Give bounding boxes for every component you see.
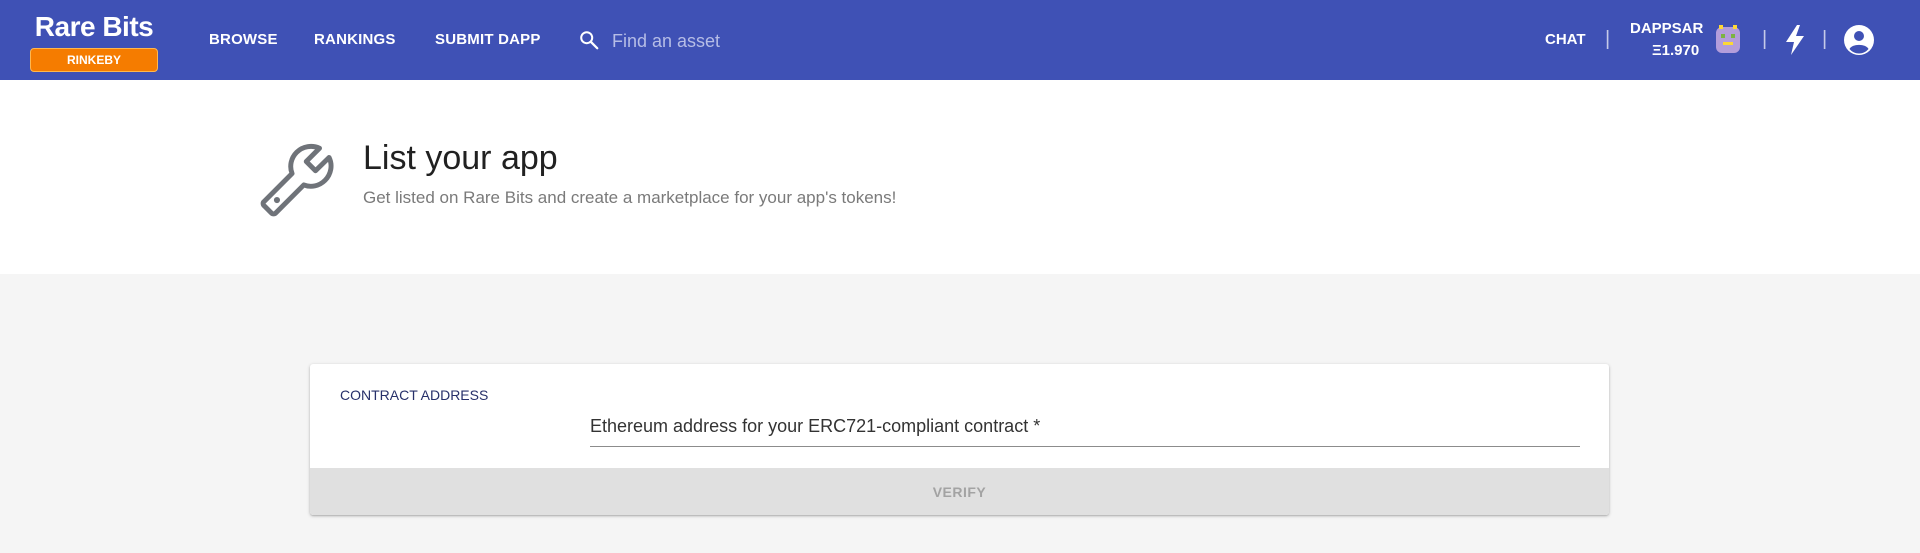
top-navigation-bar: Rare Bits RINKEBY BROWSE RANKINGS SUBMIT…	[0, 0, 1920, 80]
account-icon[interactable]	[1843, 24, 1875, 56]
contract-address-card: CONTRACT ADDRESS VERIFY	[310, 364, 1609, 515]
nav-browse[interactable]: BROWSE	[209, 31, 278, 48]
separator: |	[1762, 28, 1768, 50]
contract-address-label: CONTRACT ADDRESS	[340, 387, 489, 403]
avatar[interactable]	[1714, 24, 1742, 56]
network-badge: RINKEBY	[30, 48, 158, 72]
nav-rankings[interactable]: RANKINGS	[314, 31, 396, 48]
logo[interactable]: Rare Bits RINKEBY	[30, 8, 158, 72]
chat-link[interactable]: CHAT	[1545, 31, 1586, 48]
search-icon[interactable]	[578, 29, 600, 51]
username[interactable]: DAPPSAR	[1630, 20, 1703, 37]
contract-address-field	[590, 408, 1580, 447]
lightning-icon[interactable]	[1784, 24, 1806, 56]
nav-submit-dapp[interactable]: SUBMIT DAPP	[435, 31, 541, 48]
balance: Ξ1.970	[1652, 42, 1700, 59]
search-bar	[578, 26, 878, 56]
verify-button[interactable]: VERIFY	[310, 468, 1609, 515]
search-input[interactable]	[610, 26, 874, 56]
page-subtitle: Get listed on Rare Bits and create a mar…	[363, 188, 897, 207]
page-title: List your app	[363, 139, 558, 177]
wrench-icon	[260, 143, 334, 217]
separator: |	[1605, 28, 1611, 50]
separator: |	[1822, 28, 1828, 50]
contract-address-input[interactable]	[590, 408, 1580, 444]
logo-text: Rare Bits	[34, 11, 154, 42]
